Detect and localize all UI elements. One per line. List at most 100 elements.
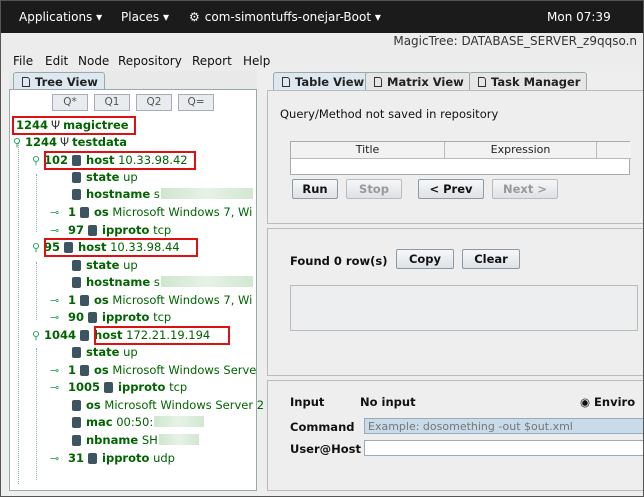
node-icon	[72, 347, 81, 358]
query-section: Query/Method not saved in repository Tit…	[267, 90, 643, 224]
collapse-toggle-icon[interactable]: ⊸	[50, 205, 59, 220]
tree-node-host[interactable]: 1044 host 172.21.19.194	[44, 328, 210, 343]
tree-node-os[interactable]: os Microsoft Windows Server 2	[68, 398, 264, 413]
tab-label: Table View	[295, 75, 365, 89]
userhost-label: User@Host	[290, 442, 362, 456]
tree-node-state[interactable]: state up	[68, 258, 138, 273]
node-icon	[80, 295, 90, 306]
tree-node-state[interactable]: state up	[68, 345, 138, 360]
tree-node-os[interactable]: 1 os Microsoft Windows 7, Wi	[68, 293, 252, 308]
node-icon	[72, 155, 82, 166]
gnome-top-bar: Applications ▾ Places ▾ ⚙ com-simontuffs-…	[1, 1, 643, 33]
query-1-button[interactable]: Q1	[94, 94, 130, 111]
copy-button[interactable]: Copy	[396, 249, 454, 269]
expand-toggle-icon[interactable]: ⚲	[32, 240, 40, 255]
column-title[interactable]: Title	[291, 142, 445, 158]
input-value: No input	[360, 395, 416, 409]
tree-node-os[interactable]: 1 os Microsoft Windows Serve	[68, 363, 256, 378]
menu-node[interactable]: Node	[78, 54, 109, 68]
results-area[interactable]	[290, 285, 638, 331]
tab-icon	[282, 77, 290, 87]
tab-label: Tree View	[35, 75, 98, 89]
prev-button[interactable]: < Prev	[418, 179, 484, 199]
fork-icon: Ψ	[51, 118, 61, 132]
tree-node-state[interactable]: state up	[68, 170, 138, 185]
tree-node-os[interactable]: 1 os Microsoft Windows 7, Wi	[68, 205, 252, 220]
app-menu[interactable]: ⚙ com-simontuffs-onejar-Boot ▾	[189, 10, 381, 24]
app-icon: ⚙	[189, 10, 200, 24]
node-icon	[104, 382, 114, 393]
tab-table-view[interactable]: Table View	[273, 72, 372, 90]
node-icon	[88, 225, 98, 236]
applications-menu[interactable]: Applications ▾	[19, 10, 102, 24]
tab-label: Matrix View	[387, 75, 464, 89]
collapse-toggle-icon[interactable]: ⊸	[50, 380, 59, 395]
node-icon	[80, 330, 90, 341]
tab-icon	[22, 77, 30, 87]
run-button[interactable]: Run	[292, 179, 338, 199]
expand-toggle-icon[interactable]: ⚲	[32, 153, 40, 168]
window-title: MagicTree: DATABASE_SERVER_z9qqso.n	[393, 34, 637, 48]
environment-option[interactable]: ◉ Enviro	[580, 395, 635, 409]
found-rows-label: Found 0 row(s)	[290, 254, 388, 268]
screenshot-frame: Applications ▾ Places ▾ ⚙ com-simontuffs-…	[0, 0, 644, 497]
tab-icon	[374, 77, 382, 87]
node-icon	[72, 435, 81, 446]
tab-matrix-view[interactable]: Matrix View	[365, 72, 471, 90]
tree-guide	[18, 142, 19, 484]
query-table[interactable]: Title Expression	[290, 141, 631, 175]
redacted-value	[154, 416, 205, 427]
query-eq-button[interactable]: Q=	[178, 94, 214, 111]
query-star-button[interactable]: Q*	[52, 94, 88, 111]
expand-toggle-icon[interactable]: ⚲	[32, 328, 40, 343]
collapse-toggle-icon[interactable]: ⊸	[50, 223, 59, 238]
query-table-header: Title Expression	[291, 142, 631, 159]
tree-node-mac[interactable]: mac 00:50:	[68, 415, 205, 430]
tree-node-ipproto[interactable]: 1005 ipproto tcp	[68, 380, 187, 395]
tab-tree-view[interactable]: Tree View	[13, 72, 105, 90]
node-icon	[72, 172, 81, 183]
userhost-input[interactable]	[364, 440, 643, 456]
tree-node-host[interactable]: 95 host 10.33.98.44	[44, 240, 180, 255]
tree-node-hostname[interactable]: hostname s	[68, 275, 253, 290]
tree-node-nbname[interactable]: nbname SH	[68, 433, 199, 448]
collapse-toggle-icon[interactable]: ⊸	[50, 310, 59, 325]
node-icon	[80, 365, 90, 376]
node-icon	[72, 277, 81, 288]
command-input[interactable]	[364, 418, 643, 434]
menu-help[interactable]: Help	[243, 54, 270, 68]
menu-report[interactable]: Report	[192, 54, 232, 68]
radio-selected-icon[interactable]: ◉	[580, 395, 590, 409]
tree-node-host[interactable]: 102 host 10.33.98.42	[44, 153, 188, 168]
collapse-toggle-icon[interactable]: ⊸	[50, 363, 59, 378]
tab-task-manager[interactable]: Task Manager	[469, 72, 588, 90]
column-expression[interactable]: Expression	[445, 142, 597, 158]
tree-node-ipproto[interactable]: 31 ipproto udp	[68, 451, 175, 466]
node-icon	[80, 207, 90, 218]
expand-toggle-icon[interactable]: ⚲	[13, 135, 21, 150]
tree-node-ipproto[interactable]: 90 ipproto tcp	[68, 310, 171, 325]
menu-file[interactable]: File	[13, 54, 33, 68]
clock[interactable]: Mon 07:39	[547, 10, 611, 24]
stop-button[interactable]: Stop	[346, 179, 402, 199]
tab-icon	[478, 77, 486, 87]
menu-edit[interactable]: Edit	[45, 54, 68, 68]
tree-guide	[36, 262, 37, 320]
tree-view[interactable]: Q* Q1 Q2 Q= 1244 Ψmagictree ⚲ 1244 Ψtestda…	[9, 89, 264, 491]
menu-repository[interactable]: Repository	[118, 54, 182, 68]
query-2-button[interactable]: Q2	[136, 94, 172, 111]
next-button[interactable]: Next >	[492, 179, 558, 199]
tree-node-root[interactable]: 1244 Ψmagictree	[16, 118, 129, 133]
clear-button[interactable]: Clear	[462, 249, 520, 269]
collapse-toggle-icon[interactable]: ⊸	[50, 293, 59, 308]
tree-node-hostname[interactable]: hostname s	[68, 187, 253, 202]
tree-guide	[36, 348, 37, 480]
tree-node-ipproto[interactable]: 97 ipproto tcp	[68, 223, 171, 238]
fork-icon: Ψ	[60, 135, 70, 149]
command-label: Command	[290, 420, 355, 434]
node-icon	[72, 400, 81, 411]
collapse-toggle-icon[interactable]: ⊸	[50, 451, 59, 466]
tree-node-testdata[interactable]: 1244 Ψtestdata	[25, 135, 127, 150]
results-section: Found 0 row(s) Copy Clear	[267, 228, 643, 376]
places-menu[interactable]: Places ▾	[121, 10, 169, 24]
